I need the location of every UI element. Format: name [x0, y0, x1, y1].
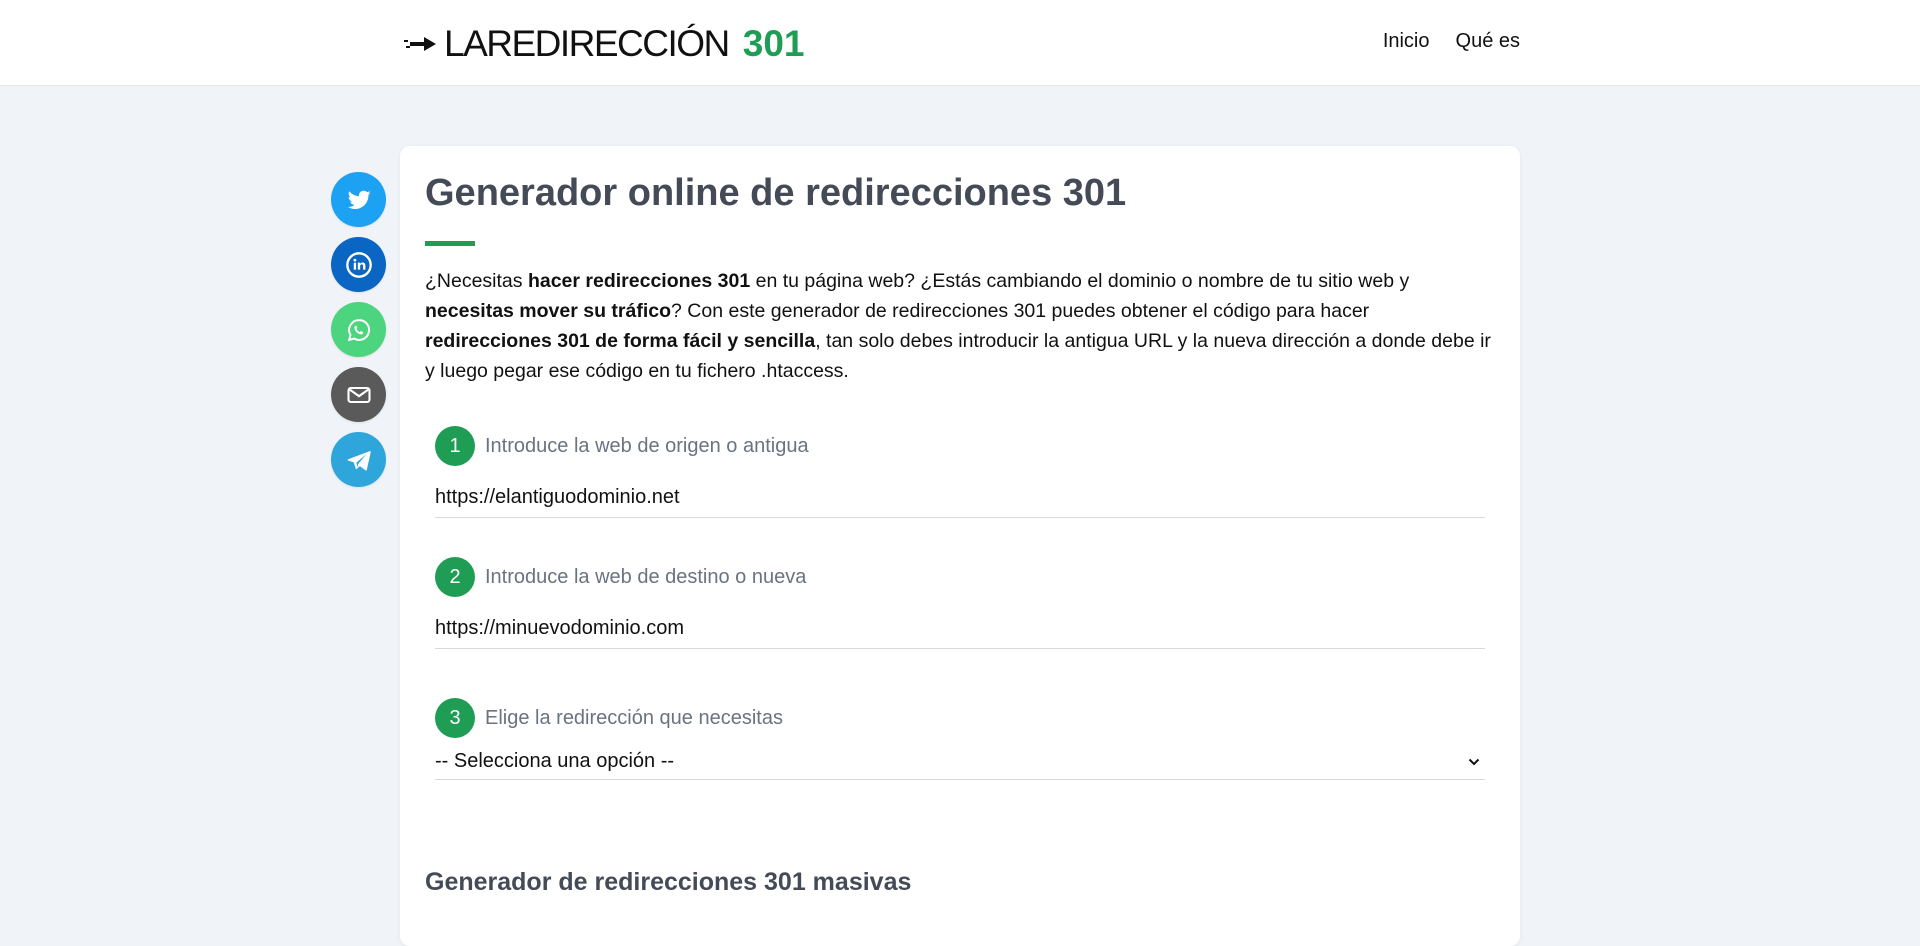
logo-text: LAREDIRECCIÓN: [444, 23, 730, 64]
telegram-icon: [347, 450, 371, 470]
site-header: LAREDIRECCIÓN 301 Inicio Qué es: [0, 0, 1920, 86]
share-telegram-button[interactable]: [331, 432, 386, 487]
linkedin-icon: [345, 251, 372, 278]
share-email-button[interactable]: [331, 367, 386, 422]
share-whatsapp-button[interactable]: [331, 302, 386, 357]
step-2: 2 Introduce la web de destino o nueva: [435, 557, 1485, 649]
intro-bold: redirecciones 301 de forma fácil y senci…: [425, 330, 816, 352]
title-underline: [425, 241, 475, 246]
intro-paragraph: ¿Necesitas hacer redirecciones 301 en tu…: [425, 266, 1495, 386]
step-1: 1 Introduce la web de origen o antigua: [435, 426, 1485, 518]
step-label: Introduce la web de destino o nueva: [485, 565, 807, 588]
site-logo[interactable]: LAREDIRECCIÓN 301: [404, 22, 805, 66]
step-header: 1 Introduce la web de origen o antigua: [435, 426, 1485, 466]
social-share-bar: [331, 172, 386, 487]
step-label: Elige la redirección que necesitas: [485, 706, 783, 729]
chevron-down-icon: [1468, 758, 1480, 765]
logo-number: 301: [742, 23, 805, 64]
main-nav: Inicio Qué es: [1383, 30, 1520, 53]
step-header: 2 Introduce la web de destino o nueva: [435, 557, 1485, 597]
whatsapp-icon: [347, 318, 370, 341]
nav-item-que-es[interactable]: Qué es: [1456, 30, 1520, 53]
step-3: 3 Elige la redirección que necesitas -- …: [435, 698, 1485, 780]
intro-text: ? Con este generador de redirecciones 30…: [671, 300, 1370, 322]
nav-item-inicio[interactable]: Inicio: [1383, 30, 1430, 53]
share-linkedin-button[interactable]: [331, 237, 386, 292]
destination-url-input[interactable]: [435, 611, 1485, 649]
step-number-badge: 3: [435, 698, 475, 738]
step-header: 3 Elige la redirección que necesitas: [435, 698, 1485, 738]
page-title: Generador online de redirecciones 301: [425, 172, 1127, 214]
arrow-icon: [404, 37, 436, 51]
twitter-icon: [347, 190, 371, 209]
email-icon: [346, 386, 371, 403]
intro-bold: hacer redirecciones 301: [527, 270, 751, 292]
select-value: -- Selecciona una opción --: [435, 750, 675, 772]
step-number-badge: 2: [435, 557, 475, 597]
share-twitter-button[interactable]: [331, 172, 386, 227]
section-title-bulk: Generador de redirecciones 301 masivas: [425, 868, 912, 896]
intro-text: en tu página web? ¿Estás cambiando el do…: [750, 270, 1410, 292]
step-number-badge: 1: [435, 426, 475, 466]
redirect-type-select[interactable]: -- Selecciona una opción --: [435, 746, 1485, 780]
source-url-input[interactable]: [435, 480, 1485, 518]
intro-text: ¿Necesitas: [425, 270, 528, 292]
step-label: Introduce la web de origen o antigua: [485, 434, 809, 457]
main-card: Generador online de redirecciones 301 ¿N…: [400, 146, 1520, 946]
intro-bold: necesitas mover su tráfico: [425, 300, 672, 322]
